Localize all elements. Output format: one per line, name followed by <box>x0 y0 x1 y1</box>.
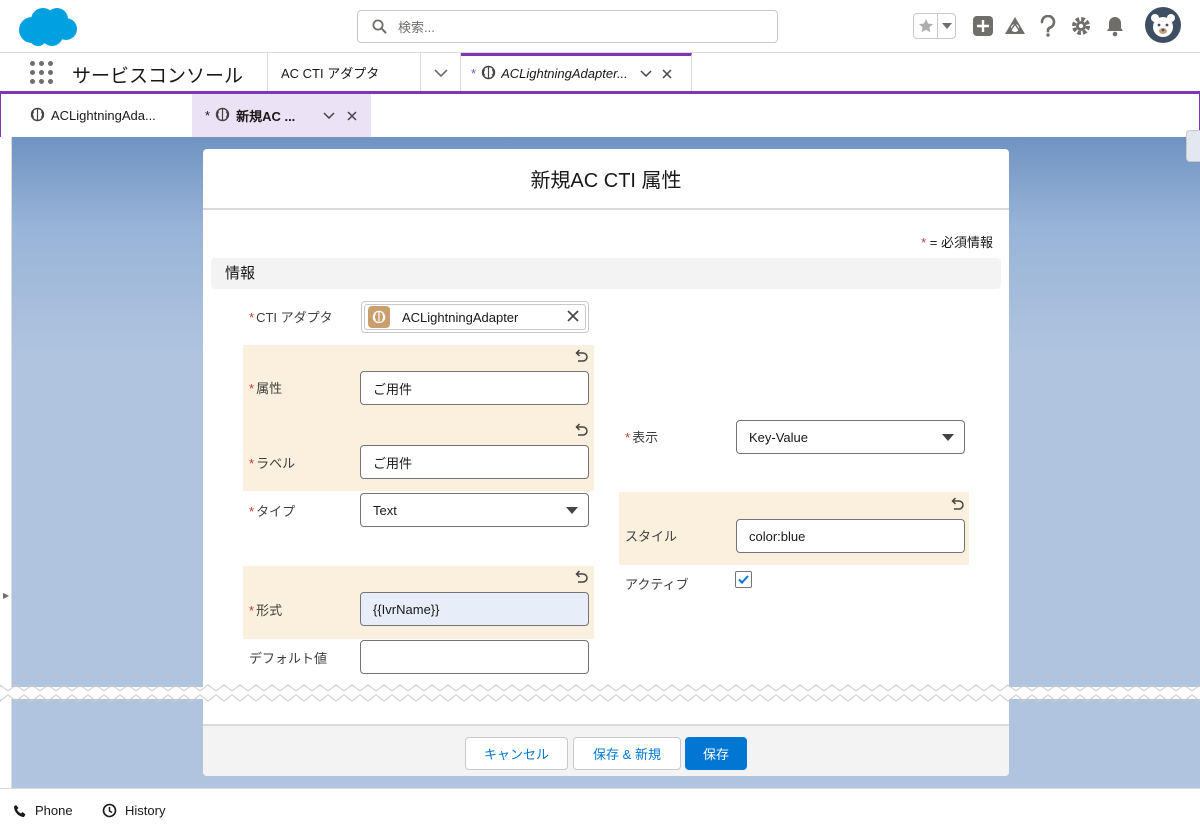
utility-history[interactable]: History <box>102 789 165 831</box>
favorites-control <box>913 13 956 39</box>
field-label-style: スタイル <box>625 529 678 544</box>
search-input[interactable] <box>398 17 758 37</box>
salesforce-cloud-logo[interactable] <box>16 6 78 51</box>
phone-icon <box>14 804 26 817</box>
utility-phone-label: Phone <box>35 803 73 818</box>
avatar[interactable] <box>1145 7 1181 43</box>
cti-adapter-icon <box>30 107 45 125</box>
field-label-attribute: * 属性 <box>249 381 283 396</box>
close-icon[interactable] <box>343 107 361 125</box>
cti-adapter-value: ACLightningAdapter <box>402 309 519 325</box>
type-value: Text <box>373 502 397 518</box>
style-input[interactable]: color:blue <box>736 519 965 553</box>
field-label-display: * 表示 <box>625 430 659 445</box>
cti-adapter-icon <box>481 65 496 83</box>
undo-icon[interactable] <box>574 349 588 363</box>
global-search[interactable] <box>357 10 778 43</box>
field-label-active: アクティブ <box>625 577 689 592</box>
workspace-subtabs: ACLightningAda... * 新規AC ... <box>0 94 1200 137</box>
nav-tab-aclightningadapter[interactable]: * ACLightningAdapter... <box>461 53 692 91</box>
field-label-default-value: デフォルト値 <box>249 651 328 666</box>
required-mark: * <box>921 235 927 250</box>
display-value: Key-Value <box>749 429 809 445</box>
style-value: color:blue <box>749 528 806 544</box>
field-label-label: * ラベル <box>249 456 296 471</box>
chevron-down-icon[interactable] <box>938 14 955 38</box>
field-label-cti-adapter: * CTI アダプタ <box>249 310 333 325</box>
bell-icon[interactable] <box>1103 14 1127 38</box>
global-header <box>0 0 1200 53</box>
attribute-input[interactable]: ご用件 <box>360 371 589 405</box>
default-value-input[interactable] <box>360 640 589 674</box>
cti-adapter-lookup[interactable]: ACLightningAdapter <box>361 301 589 333</box>
star-icon[interactable] <box>914 14 939 38</box>
modal-footer: キャンセル 保存 & 新規 保存 <box>203 724 1009 776</box>
plus-icon[interactable] <box>971 14 995 38</box>
unsaved-indicator: * <box>471 66 477 81</box>
modal-title: 新規AC CTI 属性 <box>530 170 682 192</box>
save-button[interactable]: 保存 <box>685 737 747 770</box>
chevron-down-icon[interactable] <box>320 107 338 125</box>
field-label-type: * タイプ <box>249 504 296 519</box>
utility-history-label: History <box>125 803 166 818</box>
field-label-format: * 形式 <box>249 603 283 618</box>
undo-icon[interactable] <box>574 570 588 584</box>
required-legend-text: = 必須情報 <box>929 235 993 250</box>
type-select[interactable]: Text <box>360 493 589 527</box>
format-value: {{IvrName}} <box>373 601 440 617</box>
label-value: ご用件 <box>373 455 413 471</box>
undo-icon[interactable] <box>574 423 588 437</box>
label-input[interactable]: ご用件 <box>360 445 589 479</box>
required-legend: * = 必須情報 <box>921 232 993 251</box>
utility-phone[interactable]: Phone <box>13 789 73 831</box>
section-title: 情報 <box>225 265 256 282</box>
nav-tab-menu[interactable] <box>420 53 461 91</box>
app-name: サービスコンソール <box>72 66 244 87</box>
subtab-label: 新規AC ... <box>236 109 296 124</box>
save-and-new-button[interactable]: 保存 & 新規 <box>573 737 681 770</box>
nav-tab-label: ACLightningAdapter... <box>501 66 628 81</box>
chevron-down-icon[interactable] <box>637 65 655 83</box>
section-header-info[interactable]: 情報 <box>211 258 1001 289</box>
active-checkbox[interactable] <box>735 571 752 588</box>
content-cut-indicator <box>0 684 1200 702</box>
attribute-value: ご用件 <box>373 381 413 397</box>
trailhead-icon[interactable] <box>1003 14 1027 38</box>
clock-icon <box>102 803 117 818</box>
expand-arrow-icon[interactable]: ▶ <box>3 591 9 600</box>
cti-adapter-icon <box>368 306 390 328</box>
caret-down-icon <box>566 507 578 514</box>
search-icon <box>372 19 387 37</box>
cti-adapter-pill[interactable]: ACLightningAdapter <box>364 304 586 330</box>
app-navigation: サービスコンソール AC CTI アダプタ * ACLightningAdapt… <box>0 53 1200 94</box>
undo-icon[interactable] <box>950 497 964 511</box>
app-launcher-icon[interactable] <box>30 61 54 85</box>
utility-bar: Phone History <box>0 788 1200 831</box>
format-input[interactable]: {{IvrName}} <box>360 592 589 626</box>
cancel-button[interactable]: キャンセル <box>465 737 568 770</box>
subtab-aclightningadapter[interactable]: ACLightningAda... <box>15 94 192 137</box>
right-panel-handle[interactable] <box>1186 130 1200 162</box>
nav-tab-label: AC CTI アダプタ <box>281 65 380 81</box>
nav-tab-ac-cti-adapter[interactable]: AC CTI アダプタ <box>267 53 420 91</box>
subtab-new-ac-cti-attribute[interactable]: * 新規AC ... <box>192 94 371 137</box>
gear-icon[interactable] <box>1069 14 1093 38</box>
subtab-label: ACLightningAda... <box>51 108 156 123</box>
display-select[interactable]: Key-Value <box>736 420 965 454</box>
caret-down-icon <box>942 434 954 441</box>
clear-selection-icon[interactable] <box>567 310 579 325</box>
help-icon[interactable] <box>1036 14 1060 38</box>
unsaved-indicator: * <box>205 108 211 123</box>
cti-adapter-icon <box>215 107 230 125</box>
chevron-down-icon <box>433 65 448 80</box>
close-icon[interactable] <box>658 65 676 83</box>
modal-header: 新規AC CTI 属性 <box>203 149 1009 210</box>
